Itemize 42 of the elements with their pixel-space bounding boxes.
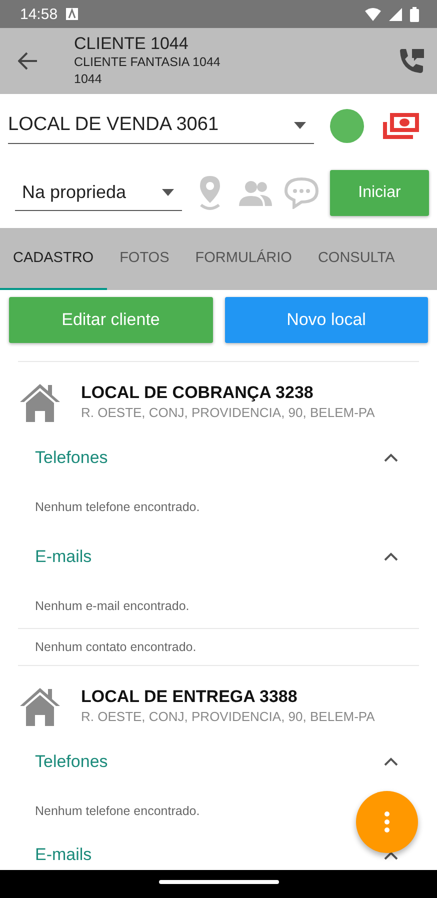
situation-select[interactable]: Na proprieda — [15, 174, 182, 210]
client-title: CLIENTE 1044 — [74, 34, 190, 54]
client-code: 1044 — [74, 71, 103, 88]
chevron-icon[interactable] — [384, 453, 398, 462]
location-title: LOCAL DE ENTREGA 3388 — [81, 686, 298, 708]
section-title[interactable]: Telefones — [35, 752, 108, 772]
signal-icon — [389, 8, 402, 20]
tab[interactable]: FOTOS — [106, 228, 182, 290]
notification-icon — [66, 8, 78, 20]
empty-message: Nenhum contato encontrado. — [35, 640, 196, 654]
local-select[interactable]: LOCAL DE VENDA 3061 — [8, 108, 314, 144]
house-icon — [19, 686, 61, 726]
caret-icon — [294, 122, 306, 128]
more-icon — [384, 811, 390, 833]
edit-client-button[interactable]: Editar cliente — [9, 297, 212, 343]
tab[interactable]: CADASTRO — [0, 228, 107, 290]
chevron-icon[interactable] — [384, 757, 398, 766]
phone-icon[interactable] — [397, 47, 425, 75]
empty-message: Nenhum telefone encontrado. — [35, 500, 200, 514]
tab[interactable]: FORMULÁRIO — [182, 228, 305, 290]
wifi-icon — [365, 8, 381, 20]
house-icon — [19, 382, 61, 422]
new-local-button[interactable]: Novo local — [224, 297, 428, 343]
location-title: LOCAL DE COBRANÇA 3238 — [81, 382, 314, 404]
back-icon[interactable] — [18, 52, 38, 70]
section-title[interactable]: E-mails — [35, 546, 92, 566]
section-title[interactable]: E-mails — [35, 845, 92, 865]
battery-icon — [410, 6, 419, 22]
status-dot — [330, 108, 364, 142]
empty-message: Nenhum e-mail encontrado. — [35, 599, 190, 613]
section-title[interactable]: Telefones — [35, 448, 108, 468]
tab[interactable]: CONSULTA — [304, 228, 408, 290]
chevron-icon[interactable] — [384, 552, 398, 561]
empty-message: Nenhum telefone encontrado. — [35, 804, 200, 818]
caret-icon — [162, 188, 174, 196]
location-address: R. OESTE, CONJ, PROVIDENCIA, 90, BELEM-PA — [81, 708, 375, 726]
location-address: R. OESTE, CONJ, PROVIDENCIA, 90, BELEM-PA — [81, 404, 375, 422]
money-icon[interactable] — [382, 112, 420, 140]
status-time: 14:58 — [20, 6, 58, 22]
client-subtitle: CLIENTE FANTASIA 1044 — [74, 54, 222, 71]
chevron-icon[interactable] — [384, 850, 398, 860]
start-button[interactable]: Iniciar — [330, 170, 429, 216]
